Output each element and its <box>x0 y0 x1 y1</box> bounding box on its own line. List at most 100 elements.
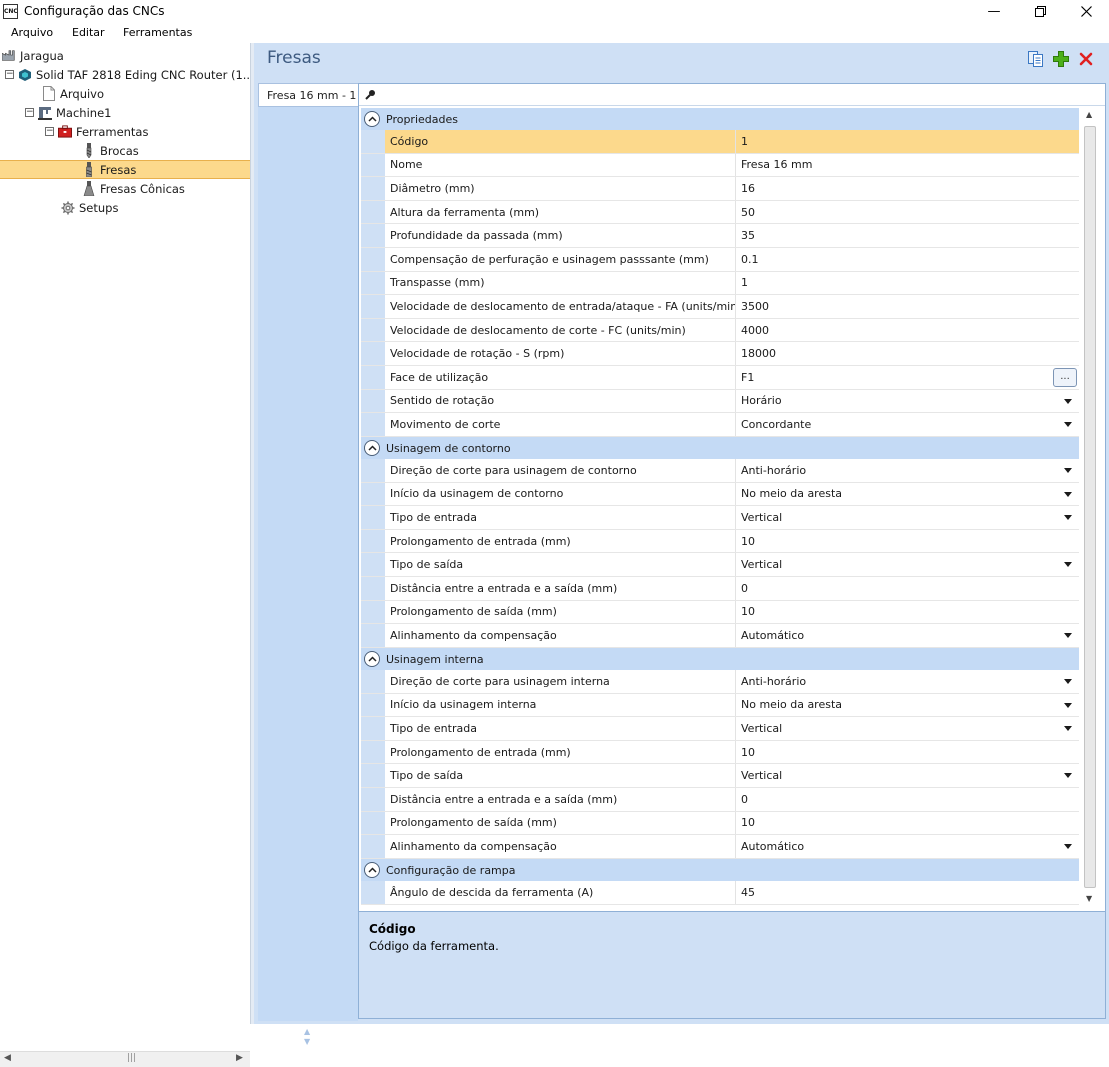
close-window-button[interactable] <box>1063 0 1109 23</box>
property-value-field[interactable]: 10 <box>736 601 1079 624</box>
add-tool-button[interactable] <box>1052 50 1070 68</box>
tree-item-machine1[interactable]: − Machine1 <box>0 103 250 122</box>
tab-fresa-16mm[interactable]: Fresa 16 mm - 1 <box>258 83 358 107</box>
tree-item-arquivo[interactable]: Arquivo <box>0 84 250 103</box>
maximize-button[interactable] <box>1017 0 1063 23</box>
category-propriedades[interactable]: Propriedades <box>361 108 1079 130</box>
tree-item-jaragua[interactable]: Jaragua <box>0 46 250 65</box>
property-row[interactable]: Tipo de saída Vertical <box>361 764 1079 788</box>
category-usinagem-interna[interactable]: Usinagem interna <box>361 648 1079 670</box>
dropdown-arrow-icon[interactable] <box>1064 633 1072 639</box>
scroll-down-icon[interactable]: ▼ <box>1086 894 1092 903</box>
property-row[interactable]: Alinhamento da compensação Automático <box>361 835 1079 859</box>
property-row[interactable]: Nome Fresa 16 mm <box>361 153 1079 178</box>
property-row[interactable]: Velocidade de deslocamento de entrada/at… <box>361 295 1079 319</box>
property-value-field[interactable]: 0.1 <box>736 248 1079 271</box>
property-value-select[interactable]: Horário <box>736 390 1079 413</box>
property-row[interactable]: Prolongamento de entrada (mm) 10 <box>361 529 1079 554</box>
minimize-button[interactable]: — <box>971 0 1017 23</box>
dropdown-arrow-icon[interactable] <box>1064 491 1072 497</box>
property-row[interactable]: Direção de corte para usinagem de contor… <box>361 459 1079 483</box>
property-value-select[interactable]: Automático <box>736 624 1079 647</box>
property-row[interactable]: Distância entre a entrada e a saída (mm)… <box>361 577 1079 601</box>
property-row[interactable]: Diâmetro (mm) 16 <box>361 177 1079 201</box>
property-value-field[interactable]: 10 <box>736 741 1079 764</box>
dropdown-arrow-icon[interactable] <box>1064 844 1072 850</box>
property-value-select[interactable]: Vertical <box>736 717 1079 740</box>
ellipsis-button[interactable]: ... <box>1053 368 1077 387</box>
dropdown-arrow-icon[interactable] <box>1064 515 1072 521</box>
property-row[interactable]: Prolongamento de saída (mm) 10 <box>361 600 1079 625</box>
dropdown-arrow-icon[interactable] <box>1064 726 1072 732</box>
property-value-select[interactable]: Automático <box>736 835 1079 858</box>
dropdown-arrow-icon[interactable] <box>1064 773 1072 779</box>
property-row[interactable]: Início da usinagem interna No meio da are… <box>361 693 1079 718</box>
menu-ferramentas[interactable]: Ferramentas <box>123 26 192 39</box>
property-value-field[interactable]: 1 <box>736 130 1079 153</box>
property-row[interactable]: Alinhamento da compensação Automático <box>361 624 1079 648</box>
dropdown-arrow-icon[interactable] <box>1064 562 1072 568</box>
property-value-select[interactable]: No meio da aresta <box>736 483 1079 506</box>
property-row[interactable]: Prolongamento de saída (mm) 10 <box>361 811 1079 836</box>
category-usinagem-contorno[interactable]: Usinagem de contorno <box>361 437 1079 459</box>
category-configuracao-rampa[interactable]: Configuração de rampa <box>361 859 1079 881</box>
property-value-field[interactable]: 18000 <box>736 342 1079 365</box>
menu-arquivo[interactable]: Arquivo <box>11 26 53 39</box>
property-row[interactable]: Ângulo de descida da ferramenta (A) 45 <box>361 881 1079 905</box>
property-value-field[interactable]: 45 <box>736 881 1079 904</box>
property-value-field[interactable]: 0 <box>736 577 1079 600</box>
dropdown-arrow-icon[interactable] <box>1064 468 1072 473</box>
property-row[interactable]: Velocidade de rotação - S (rpm) 18000 <box>361 342 1079 366</box>
property-value-field[interactable]: 50 <box>736 201 1079 224</box>
tab-scroll-arrows[interactable]: ▲ ▼ <box>304 1027 310 1047</box>
property-value-field[interactable]: 3500 <box>736 295 1079 318</box>
chevron-up-icon[interactable] <box>364 862 380 878</box>
property-value-field[interactable]: 35 <box>736 224 1079 247</box>
menu-editar[interactable]: Editar <box>72 26 105 39</box>
scroll-down-icon[interactable]: ▼ <box>304 1037 310 1047</box>
property-value-field[interactable]: F1... <box>736 366 1079 389</box>
dropdown-arrow-icon[interactable] <box>1064 679 1072 684</box>
chevron-up-icon[interactable] <box>364 440 380 456</box>
property-row[interactable]: Compensação de perfuração e usinagem pas… <box>361 248 1079 272</box>
property-value-select[interactable]: Vertical <box>736 553 1079 576</box>
collapse-expander[interactable]: − <box>5 70 14 79</box>
property-value-select[interactable]: Concordante <box>736 413 1079 436</box>
property-row[interactable]: Tipo de saída Vertical <box>361 553 1079 577</box>
property-row[interactable]: Tipo de entrada Vertical <box>361 506 1079 530</box>
scroll-up-icon[interactable]: ▲ <box>304 1027 310 1037</box>
property-value-field[interactable]: Fresa 16 mm <box>736 154 1079 177</box>
property-row[interactable]: Distância entre a entrada e a saída (mm)… <box>361 788 1079 812</box>
property-value-select[interactable]: No meio da aresta <box>736 694 1079 717</box>
property-value-select[interactable]: Vertical <box>736 764 1079 787</box>
dropdown-arrow-icon[interactable] <box>1064 398 1072 404</box>
tree-item-machine[interactable]: − Solid TAF 2818 Eding CNC Router (1.... <box>0 65 257 84</box>
property-row[interactable]: Código 1 <box>361 130 1079 154</box>
property-value-field[interactable]: 1 <box>736 272 1079 295</box>
collapse-expander[interactable]: − <box>25 108 34 117</box>
scroll-left-icon[interactable]: ◀ <box>4 1053 11 1063</box>
property-row[interactable]: Sentido de rotação Horário <box>361 389 1079 414</box>
property-row[interactable]: Profundidade da passada (mm) 35 <box>361 224 1079 248</box>
property-value-select[interactable]: Anti-horário <box>736 670 1079 693</box>
property-vertical-scrollbar[interactable]: ▲ ▼ <box>1081 108 1099 911</box>
dropdown-arrow-icon[interactable] <box>1064 702 1072 708</box>
tree-item-ferramentas[interactable]: − Ferramentas <box>0 122 250 141</box>
tree-item-setups[interactable]: Setups <box>0 198 250 217</box>
property-row[interactable]: Altura da ferramenta (mm) 50 <box>361 200 1079 225</box>
property-row[interactable]: Transpasse (mm) 1 <box>361 271 1079 296</box>
property-value-field[interactable]: 0 <box>736 788 1079 811</box>
tree-item-fresas[interactable]: Fresas <box>0 160 250 179</box>
property-row[interactable]: Velocidade de deslocamento de corte - FC… <box>361 318 1079 343</box>
dropdown-arrow-icon[interactable] <box>1064 422 1072 428</box>
scroll-right-icon[interactable]: ▶ <box>236 1053 243 1063</box>
property-row[interactable]: Tipo de entrada Vertical <box>361 717 1079 741</box>
property-row[interactable]: Direção de corte para usinagem interna An… <box>361 670 1079 694</box>
property-value-select[interactable]: Anti-horário <box>736 459 1079 482</box>
scroll-grip-icon[interactable]: ||| <box>127 1053 136 1063</box>
property-row[interactable]: Movimento de corte Concordante <box>361 413 1079 437</box>
property-value-field[interactable]: 10 <box>736 812 1079 835</box>
chevron-up-icon[interactable] <box>364 651 380 667</box>
delete-tool-button[interactable] <box>1077 50 1095 68</box>
chevron-up-icon[interactable] <box>364 111 380 127</box>
